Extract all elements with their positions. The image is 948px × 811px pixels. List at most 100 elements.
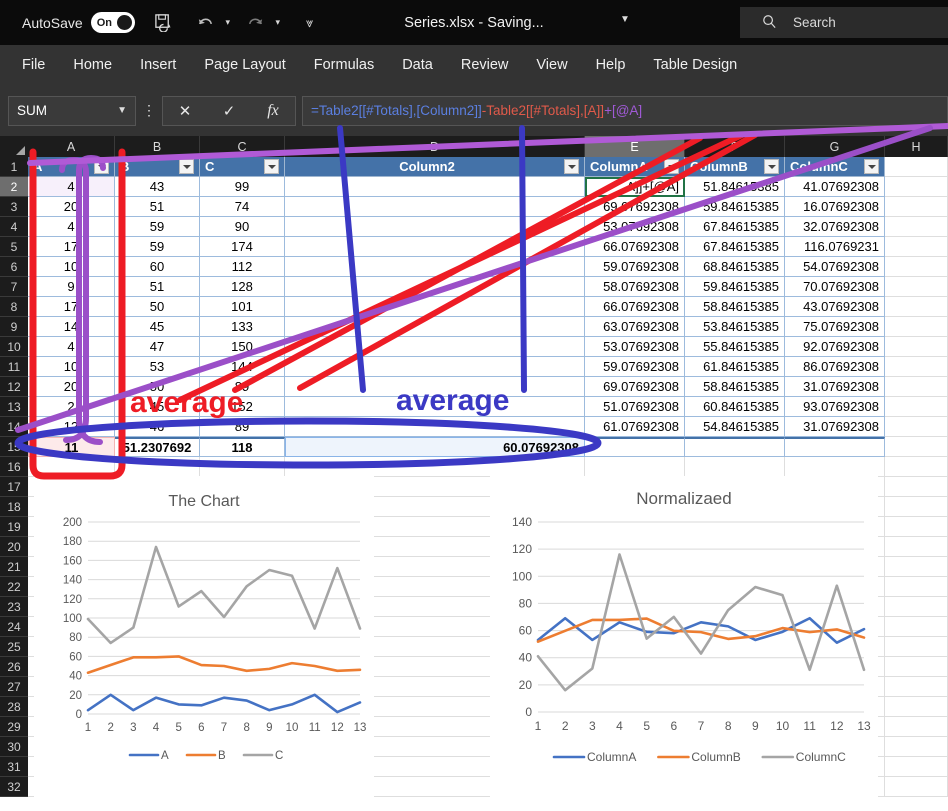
cell-A-7[interactable]: 9 <box>28 277 115 297</box>
cell-A-14[interactable]: 12 <box>28 417 115 437</box>
cell-H-27[interactable] <box>885 677 948 697</box>
row-header-7[interactable]: 7 <box>0 277 28 297</box>
row-header-2[interactable]: 2 <box>0 177 28 197</box>
cell-ColumnA-7[interactable]: 58.07692308 <box>585 277 685 297</box>
cell-H-30[interactable] <box>885 737 948 757</box>
cell-ColumnA-11[interactable]: 59.07692308 <box>585 357 685 377</box>
row-header-14[interactable]: 14 <box>0 417 28 437</box>
table-header-ColumnB[interactable]: ColumnB <box>685 157 785 177</box>
table-row[interactable]: 10 60 112 59.07692308 68.84615385 54.07692308 <box>28 257 948 277</box>
cell-A-11[interactable]: 10 <box>28 357 115 377</box>
cell-H-23[interactable] <box>885 597 948 617</box>
cell-ColumnC-8[interactable]: 43.07692308 <box>785 297 885 317</box>
ribbon-tab-view[interactable]: View <box>522 45 581 85</box>
ribbon-tab-data[interactable]: Data <box>388 45 447 85</box>
cell-H-22[interactable] <box>885 577 948 597</box>
cell-ColumnC-3[interactable]: 16.07692308 <box>785 197 885 217</box>
row-header-24[interactable]: 24 <box>0 617 28 637</box>
more-commands-icon[interactable]: ⩔ <box>295 8 325 38</box>
row-header-28[interactable]: 28 <box>0 697 28 717</box>
redo-icon[interactable] <box>241 8 271 38</box>
cell-H-19[interactable] <box>885 517 948 537</box>
table-row[interactable]: 17 50 101 66.07692308 58.84615385 43.07692308 <box>28 297 948 317</box>
row-header-3[interactable]: 3 <box>0 197 28 217</box>
cell-ColumnA-5[interactable]: 66.07692308 <box>585 237 685 257</box>
ribbon-tab-page-layout[interactable]: Page Layout <box>190 45 299 85</box>
cell-B-8[interactable]: 50 <box>115 297 200 317</box>
total-cell-B[interactable]: 51.2307692 <box>115 437 200 457</box>
filter-dropdown-icon-A[interactable] <box>94 159 109 174</box>
cell-ColumnB-2[interactable]: 51.84615385 <box>685 177 785 197</box>
cell-B-7[interactable]: 51 <box>115 277 200 297</box>
cell-H-31[interactable] <box>885 757 948 777</box>
row-header-30[interactable]: 30 <box>0 737 28 757</box>
cell-B-14[interactable]: 46 <box>115 417 200 437</box>
undo-icon[interactable] <box>191 8 221 38</box>
cell-ColumnA-4[interactable]: 53.07692308 <box>585 217 685 237</box>
cell-C-10[interactable]: 150 <box>200 337 285 357</box>
cell-Column2-4[interactable] <box>285 217 585 237</box>
row-header-22[interactable]: 22 <box>0 577 28 597</box>
column-header-A[interactable]: A <box>28 136 115 157</box>
column-header-G[interactable]: G <box>785 136 885 157</box>
row-header-16[interactable]: 16 <box>0 457 28 477</box>
cell-B-11[interactable]: 53 <box>115 357 200 377</box>
cell-ColumnB-8[interactable]: 58.84615385 <box>685 297 785 317</box>
row-header-31[interactable]: 31 <box>0 757 28 777</box>
table-row[interactable]: 17 59 174 66.07692308 67.84615385 116.0769231 <box>28 237 948 257</box>
cell-Column2-3[interactable] <box>285 197 585 217</box>
cell-C-4[interactable]: 90 <box>200 217 285 237</box>
cell-H-28[interactable] <box>885 697 948 717</box>
row-header-18[interactable]: 18 <box>0 497 28 517</box>
cell-ColumnB-10[interactable]: 55.84615385 <box>685 337 785 357</box>
cell-C-11[interactable]: 144 <box>200 357 285 377</box>
row-header-4[interactable]: 4 <box>0 217 28 237</box>
cell-A-4[interactable]: 4 <box>28 217 115 237</box>
table-row[interactable]: 4 43 99 A]]+[@A] 51.84615385 41.07692308 <box>28 177 948 197</box>
function-icon[interactable]: fx <box>251 102 295 120</box>
row-header-27[interactable]: 27 <box>0 677 28 697</box>
cell-ColumnB-4[interactable]: 67.84615385 <box>685 217 785 237</box>
cell-ColumnA-2[interactable]: A]]+[@A] <box>585 177 685 197</box>
table-row[interactable]: 14 45 133 63.07692308 53.84615385 75.07692308 <box>28 317 948 337</box>
row-header-6[interactable]: 6 <box>0 257 28 277</box>
cell-ColumnC-9[interactable]: 75.07692308 <box>785 317 885 337</box>
cell-Column2-7[interactable] <box>285 277 585 297</box>
cell-B-2[interactable]: 43 <box>115 177 200 197</box>
cell-E-16[interactable] <box>585 457 685 477</box>
table-row[interactable]: 9 51 128 58.07692308 59.84615385 70.07692308 <box>28 277 948 297</box>
row-header-25[interactable]: 25 <box>0 637 28 657</box>
cell-Column2-2[interactable] <box>285 177 585 197</box>
cell-A-2[interactable]: 4 <box>28 177 115 197</box>
row-header-32[interactable]: 32 <box>0 777 28 797</box>
cell-ColumnB-5[interactable]: 67.84615385 <box>685 237 785 257</box>
cell-ColumnA-13[interactable]: 51.07692308 <box>585 397 685 417</box>
cell-A-10[interactable]: 4 <box>28 337 115 357</box>
cell-A-12[interactable]: 20 <box>28 377 115 397</box>
row-header-10[interactable]: 10 <box>0 337 28 357</box>
cell-ColumnC-11[interactable]: 86.07692308 <box>785 357 885 377</box>
table-header-B[interactable]: B <box>115 157 200 177</box>
row-header-23[interactable]: 23 <box>0 597 28 617</box>
cell-ColumnB-6[interactable]: 68.84615385 <box>685 257 785 277</box>
cell-ColumnA-14[interactable]: 61.07692308 <box>585 417 685 437</box>
total-cell-ColumnB[interactable] <box>685 437 785 457</box>
cell-A-5[interactable]: 17 <box>28 237 115 257</box>
column-header-B[interactable]: B <box>115 136 200 157</box>
filter-dropdown-icon-ColumnC[interactable] <box>864 159 879 174</box>
column-header-D[interactable]: D <box>285 136 585 157</box>
cell-Column2-8[interactable] <box>285 297 585 317</box>
cell-G-16[interactable] <box>785 457 885 477</box>
chart-normalizaed[interactable]: Normalizaed 0 20 40 60 80 100 120 140 1 2 3 4 5 6 7 8 9 10… <box>490 476 878 806</box>
cell-ColumnC-2[interactable]: 41.07692308 <box>785 177 885 197</box>
ribbon-tab-home[interactable]: Home <box>59 45 126 85</box>
total-cell-ColumnA[interactable] <box>585 437 685 457</box>
table-header-ColumnC[interactable]: ColumnC <box>785 157 885 177</box>
cell-ColumnC-12[interactable]: 31.07692308 <box>785 377 885 397</box>
cell-ColumnC-5[interactable]: 116.0769231 <box>785 237 885 257</box>
table-header-A[interactable]: A <box>28 157 115 177</box>
select-all-corner[interactable] <box>0 136 28 157</box>
cell-ColumnC-13[interactable]: 93.07692308 <box>785 397 885 417</box>
table-header-ColumnA[interactable]: ColumnA <box>585 157 685 177</box>
redo-dropdown-icon[interactable]: ▾ <box>271 8 285 38</box>
